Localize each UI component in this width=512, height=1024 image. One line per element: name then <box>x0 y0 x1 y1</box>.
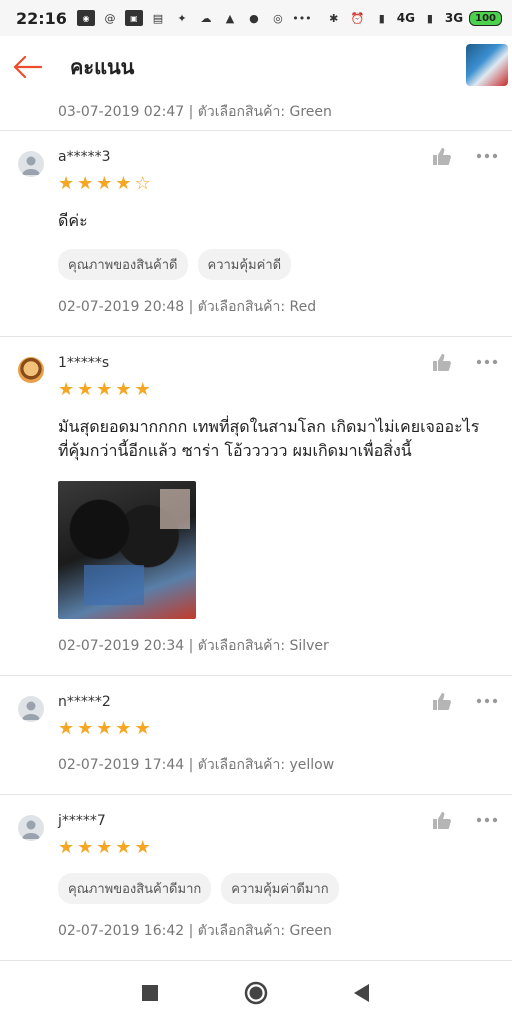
star-filled-icon: ★ <box>96 173 113 194</box>
review-comment: มันสุดยอดมากกกก เทพที่สุดในสามโลก เกิดมา… <box>58 417 480 460</box>
alarm-icon: ⏰ <box>350 11 365 25</box>
square-icon <box>142 985 158 1001</box>
default-avatar-icon <box>22 820 40 839</box>
star-filled-icon: ★ <box>115 173 132 194</box>
avatar[interactable] <box>18 815 44 841</box>
triangle-back-icon <box>354 984 369 1002</box>
star-rating: ★ ★ ★ ★ ★ <box>58 381 494 399</box>
at-icon: @ <box>104 11 116 25</box>
review-photo[interactable] <box>58 481 196 619</box>
star-rating: ★ ★ ★ ★ ★ <box>58 839 494 857</box>
star-filled-icon: ★ <box>58 837 75 858</box>
star-filled-icon: ★ <box>77 837 94 858</box>
star-filled-icon: ★ <box>77 173 94 194</box>
star-filled-icon: ★ <box>115 379 132 400</box>
cloud-icon: ☁ <box>200 11 212 25</box>
default-avatar-icon <box>22 701 40 720</box>
signal-icon-2: ▮ <box>426 11 433 25</box>
more-options-icon[interactable] <box>476 359 498 365</box>
notification-icons: ◉ @ ▣ ▤ ✦ ☁ ▲ ● ◎ ••• <box>76 10 312 26</box>
reviews-list[interactable]: 03-07-2019 02:47 | ตัวเลือกสินค้า: Green… <box>0 94 512 962</box>
star-filled-icon: ★ <box>96 379 113 400</box>
home-button[interactable] <box>241 978 271 1008</box>
review-tag: ความคุ้มค่าดีมาก <box>221 873 339 904</box>
thumbs-up-icon[interactable] <box>432 692 452 710</box>
star-filled-icon: ★ <box>96 718 113 739</box>
status-time: 22:16 <box>16 8 67 28</box>
review-meta: 02-07-2019 16:42 | ตัวเลือกสินค้า: Green <box>58 923 332 939</box>
signal-icon: ▮ <box>378 11 385 25</box>
circle-icon <box>244 981 268 1005</box>
tmb-icon: ▣ <box>124 10 143 26</box>
star-filled-icon: ★ <box>134 379 151 400</box>
review-actions <box>432 147 498 165</box>
star-rating: ★ ★ ★ ★ ☆ <box>58 175 494 193</box>
reviewer-username: n*****2 <box>58 694 111 710</box>
review-actions <box>432 692 498 710</box>
product-thumbnail[interactable] <box>466 44 508 86</box>
page-title: คะแนน <box>70 55 135 79</box>
review-item: 1*****s ★ ★ ★ ★ ★ มันสุดยอดมากกกก เทพที่สุดใ… <box>0 337 512 676</box>
reviewer-username: j*****7 <box>58 813 106 829</box>
my-icon: ▤ <box>152 11 164 25</box>
reviewer-username: a*****3 <box>58 149 111 165</box>
review-item: a*****3 ★ ★ ★ ★ ☆ ดีค่ะ คุณภาพของสินค้าดี คว… <box>0 131 512 337</box>
review-actions <box>432 353 498 371</box>
instagram-icon: ◎ <box>273 11 283 25</box>
review-tag: คุณภาพของสินค้าดี <box>58 249 188 280</box>
star-filled-icon: ★ <box>134 837 151 858</box>
thumbs-up-icon[interactable] <box>432 811 452 829</box>
review-item: j*****7 ★ ★ ★ ★ ★ คุณภาพของสินค้าดีมาก ความค… <box>0 795 512 961</box>
battery-indicator: 100 <box>469 10 502 26</box>
review-comment: ดีค่ะ <box>58 211 88 230</box>
arrow-left-icon <box>13 56 43 78</box>
more-options-icon[interactable] <box>476 817 498 823</box>
recents-button[interactable] <box>135 978 165 1008</box>
twitter-icon: ✦ <box>177 11 187 25</box>
review-meta: 02-07-2019 20:34 | ตัวเลือกสินค้า: Silve… <box>58 638 329 654</box>
line-icon: ◉ <box>76 10 95 26</box>
chat-icon: ● <box>249 11 259 25</box>
star-filled-icon: ★ <box>96 837 113 858</box>
back-nav-button[interactable] <box>347 978 377 1008</box>
app-bar: คะแนน <box>0 36 512 98</box>
more-dots-icon: ••• <box>292 11 312 25</box>
star-filled-icon: ★ <box>58 173 75 194</box>
reviewer-username: 1*****s <box>58 355 110 371</box>
review-tag: ความคุ้มค่าดี <box>197 249 292 280</box>
review-item: n*****2 ★ ★ ★ ★ ★ 02-07-2019 17:44 | ตัวเลือ… <box>0 676 512 795</box>
network-type-1: 4G <box>396 11 415 25</box>
star-filled-icon: ★ <box>77 718 94 739</box>
review-tag: คุณภาพของสินค้าดีมาก <box>58 873 212 904</box>
more-options-icon[interactable] <box>476 153 498 159</box>
review-meta: 02-07-2019 17:44 | ตัวเลือกสินค้า: yello… <box>58 757 335 773</box>
bluetooth-icon: ✱ <box>329 11 339 25</box>
more-options-icon[interactable] <box>476 698 498 704</box>
laz-icon: ▲ <box>225 11 235 25</box>
review-tags: คุณภาพของสินค้าดี ความคุ้มค่าดี <box>58 249 494 280</box>
star-empty-icon: ☆ <box>134 173 151 194</box>
previous-review-meta: 03-07-2019 02:47 | ตัวเลือกสินค้า: Green <box>0 94 512 131</box>
review-actions <box>432 811 498 829</box>
thumbs-up-icon[interactable] <box>432 147 452 165</box>
system-indicators: ✱ ⏰ ▮ 4G ▮ 3G 100 <box>325 10 502 26</box>
review-tags: คุณภาพของสินค้าดีมาก ความคุ้มค่าดีมาก <box>58 873 494 904</box>
star-filled-icon: ★ <box>115 837 132 858</box>
avatar[interactable] <box>18 696 44 722</box>
star-filled-icon: ★ <box>58 718 75 739</box>
avatar[interactable] <box>18 357 44 383</box>
star-filled-icon: ★ <box>58 379 75 400</box>
star-filled-icon: ★ <box>134 718 151 739</box>
thumbs-up-icon[interactable] <box>432 353 452 371</box>
review-meta: 02-07-2019 20:48 | ตัวเลือกสินค้า: Red <box>58 299 317 315</box>
status-bar: 22:16 ◉ @ ▣ ▤ ✦ ☁ ▲ ● ◎ ••• ✱ ⏰ ▮ 4G ▮ 3… <box>0 0 512 36</box>
network-type-2: 3G <box>444 11 464 25</box>
avatar[interactable] <box>18 151 44 177</box>
default-avatar-icon <box>22 156 40 175</box>
star-rating: ★ ★ ★ ★ ★ <box>58 720 494 738</box>
star-filled-icon: ★ <box>77 379 94 400</box>
star-filled-icon: ★ <box>115 718 132 739</box>
system-nav-bar <box>0 962 512 1024</box>
back-button[interactable] <box>0 36 56 98</box>
